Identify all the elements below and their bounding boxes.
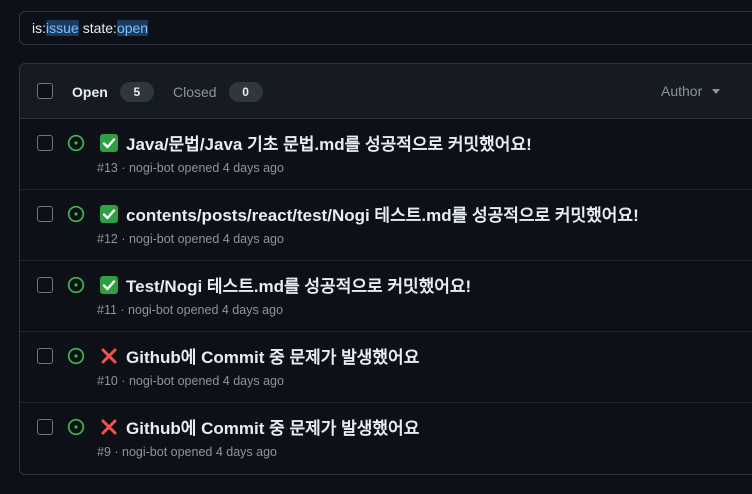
issue-title-link[interactable]: Test/Nogi 테스트.md를 성공적으로 커밋했어요! <box>100 272 471 297</box>
cross-mark-icon <box>100 418 118 436</box>
issue-row[interactable]: contents/posts/react/test/Nogi 테스트.md를 성… <box>20 190 752 261</box>
search-input[interactable]: is: issue state: open <box>19 11 752 45</box>
issue-row[interactable]: Github에 Commit 중 문제가 발생했어요 #9 · nogi-bot… <box>20 403 752 474</box>
issue-title-text: contents/posts/react/test/Nogi 테스트.md를 성… <box>126 206 639 225</box>
issue-checkbox[interactable] <box>37 419 53 435</box>
issue-meta: #12 · nogi-bot opened 4 days ago <box>97 232 284 246</box>
issue-title-text: Java/문법/Java 기초 문법.md를 성공적으로 커밋했어요! <box>126 135 532 154</box>
tab-closed[interactable]: Closed 0 <box>173 82 263 102</box>
issue-checkbox[interactable] <box>37 348 53 364</box>
issue-title-text: Test/Nogi 테스트.md를 성공적으로 커밋했어요! <box>126 277 472 296</box>
issue-title-text: Github에 Commit 중 문제가 발생했어요 <box>126 419 420 438</box>
check-mark-icon <box>100 204 118 223</box>
search-qualifier-key: is: <box>32 20 46 36</box>
issue-meta: #11 · nogi-bot opened 4 days ago <box>97 303 284 317</box>
issue-title-link[interactable]: Github에 Commit 중 문제가 발생했어요 <box>100 343 419 368</box>
issue-title-link[interactable]: Java/문법/Java 기초 문법.md를 성공적으로 커밋했어요! <box>100 130 532 155</box>
issue-meta: #9 · nogi-bot opened 4 days ago <box>97 445 277 459</box>
issue-row[interactable]: Test/Nogi 테스트.md를 성공적으로 커밋했어요! #11 · nog… <box>20 261 752 332</box>
select-all-checkbox[interactable] <box>37 83 53 99</box>
issue-opened-icon <box>67 205 85 223</box>
tab-open-label: Open <box>72 84 108 100</box>
issues-list-header: Open 5 Closed 0 Author <box>20 64 752 119</box>
issues-list: Open 5 Closed 0 Author Java/문법/Java 기초 문… <box>19 63 752 475</box>
chevron-down-icon <box>712 88 721 94</box>
issue-checkbox[interactable] <box>37 135 53 151</box>
issue-opened-icon <box>67 347 85 365</box>
check-mark-icon <box>100 275 118 294</box>
issue-opened-icon <box>67 276 85 294</box>
issue-checkbox[interactable] <box>37 277 53 293</box>
issue-meta: #13 · nogi-bot opened 4 days ago <box>97 161 284 175</box>
issue-title-link[interactable]: contents/posts/react/test/Nogi 테스트.md를 성… <box>100 201 639 226</box>
search-qualifier-key: state: <box>82 20 117 36</box>
closed-count-badge: 0 <box>228 82 263 102</box>
open-count-badge: 5 <box>119 82 154 102</box>
tab-open[interactable]: Open 5 <box>72 82 154 102</box>
issue-opened-icon <box>67 418 85 436</box>
author-filter-label: Author <box>661 83 703 99</box>
issue-title-text: Github에 Commit 중 문제가 발생했어요 <box>126 348 420 367</box>
issue-title-link[interactable]: Github에 Commit 중 문제가 발생했어요 <box>100 414 419 439</box>
issue-meta: #10 · nogi-bot opened 4 days ago <box>97 374 284 388</box>
check-mark-icon <box>100 133 118 152</box>
issue-opened-icon <box>67 134 85 152</box>
search-qualifier-value: open <box>116 20 149 36</box>
tab-closed-label: Closed <box>173 84 217 100</box>
issue-row[interactable]: Github에 Commit 중 문제가 발생했어요 #10 · nogi-bo… <box>20 332 752 403</box>
issue-row[interactable]: Java/문법/Java 기초 문법.md를 성공적으로 커밋했어요! #13 … <box>20 119 752 190</box>
issue-checkbox[interactable] <box>37 206 53 222</box>
search-qualifier-value: issue <box>46 20 79 36</box>
author-filter-dropdown[interactable]: Author <box>661 83 721 99</box>
cross-mark-icon <box>100 347 118 365</box>
